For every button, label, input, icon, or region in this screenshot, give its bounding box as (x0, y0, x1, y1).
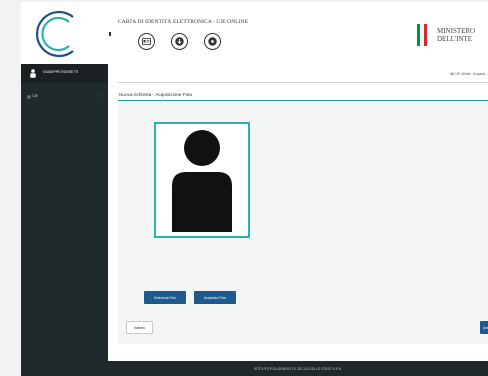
settings-icon[interactable] (204, 33, 221, 50)
user-icon (30, 69, 36, 78)
header-divider (109, 32, 111, 36)
download-icon[interactable] (171, 33, 188, 50)
app-title: CARTA DI IDENTITÀ ELETTRONICA - CIE ONLI… (118, 19, 249, 25)
id-card-icon[interactable] (138, 33, 155, 50)
person-silhouette-icon (172, 130, 232, 232)
main-content: ▤ CIE Online / Acquisiz... Nuova richies… (108, 64, 488, 376)
app-window: CARTA DI IDENTITÀ ELETTRONICA - CIE ONLI… (21, 2, 488, 376)
footer-text: ISTITUTO POLIGRAFICO E ZECCA DELLO STATO… (253, 366, 343, 371)
next-button[interactable]: Avanti (480, 321, 488, 334)
breadcrumb-item[interactable]: CIE Online (454, 72, 470, 76)
user-name: GIUSEPPE ROSSETTI (43, 70, 79, 74)
breadcrumb: ▤ CIE Online / Acquisiz... (450, 72, 488, 76)
divider (118, 82, 488, 83)
photo-preview (154, 122, 250, 238)
breadcrumb-item: Acquisiz... (472, 72, 488, 76)
select-photo-button[interactable]: Seleziona Foto (144, 291, 186, 304)
chevron-left-icon: ‹ (101, 93, 103, 98)
footer: ISTITUTO POLIGRAFICO E ZECCA DELLO STATO… (108, 361, 488, 376)
back-button[interactable]: Indietro (126, 321, 153, 334)
sidebar-item-label: CIE (32, 94, 38, 98)
user-row[interactable]: GIUSEPPE ROSSETTI (21, 64, 108, 82)
photo-panel: Seleziona Foto Acquisisci Foto Indietro … (118, 102, 488, 344)
ministry-name: MINISTERO DELL'INTE (437, 27, 476, 43)
sidebar: GIUSEPPE ROSSETTI ▤ CIE ‹ (21, 64, 108, 376)
cie-logo-icon (35, 10, 74, 58)
sidebar-item-cie[interactable]: ▤ CIE ‹ (21, 91, 108, 103)
page-title: Nuova richiesta - Acquisizione Foto (119, 92, 193, 97)
ministry-logo: MINISTERO DELL'INTE (417, 24, 475, 46)
acquire-photo-button[interactable]: Acquisisci Foto (194, 291, 236, 304)
title-underline (118, 100, 488, 101)
italian-flag-icon (417, 24, 427, 46)
id-card-icon: ▤ (27, 94, 31, 99)
header: CARTA DI IDENTITÀ ELETTRONICA - CIE ONLI… (21, 2, 488, 64)
